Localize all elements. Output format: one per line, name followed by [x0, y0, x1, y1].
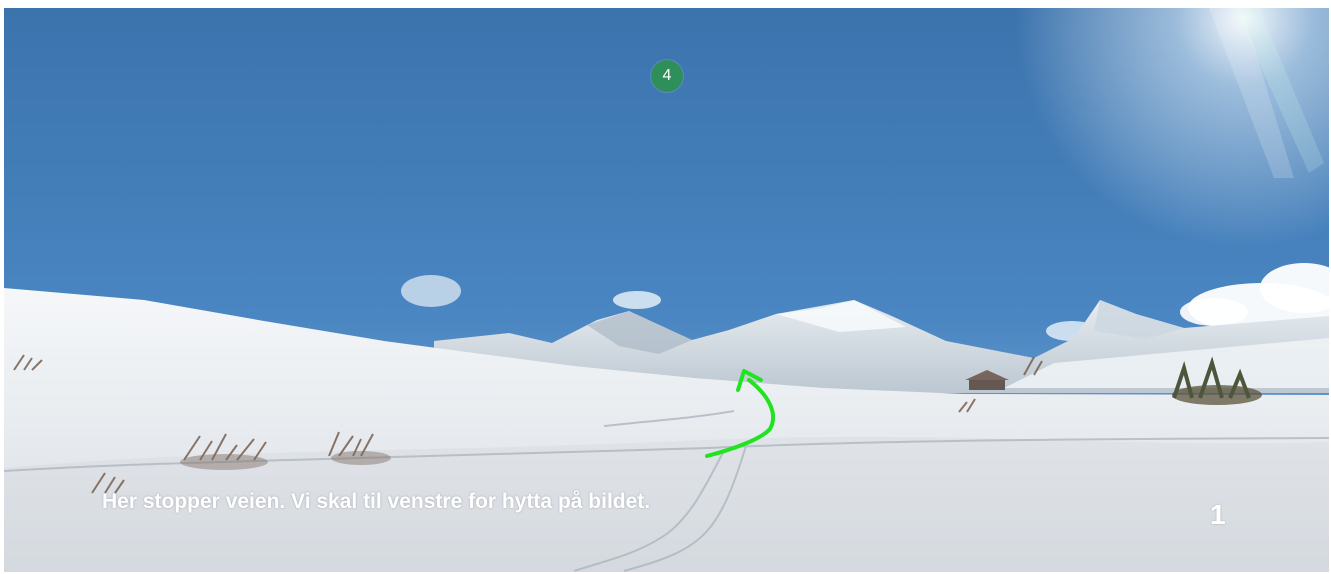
page-number-badge: 4 [651, 60, 683, 92]
photo-frame: 4 Her stopper veien. Vi skal til venstre… [4, 8, 1329, 572]
image-number: 1 [1210, 499, 1226, 530]
mountain-snow-photo [4, 8, 1329, 572]
photo-caption: Her stopper veien. Vi skal til venstre f… [102, 490, 651, 513]
